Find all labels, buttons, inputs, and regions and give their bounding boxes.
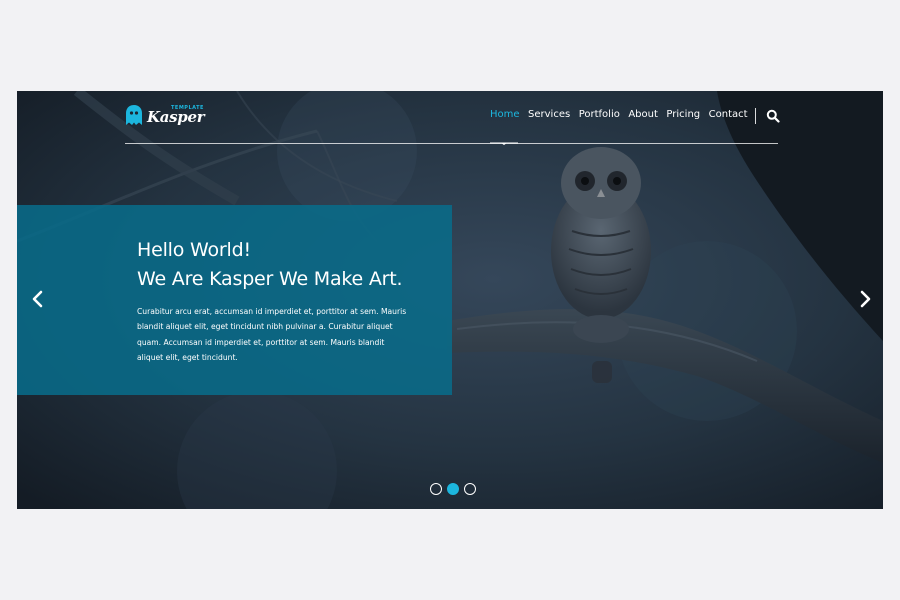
slider-pagination xyxy=(430,483,481,495)
nav-item-contact[interactable]: Contact xyxy=(709,109,748,120)
main-nav: Home Services Portfolio About Pricing Co… xyxy=(490,109,756,120)
slider-dot-3[interactable] xyxy=(464,483,476,495)
chevron-left-icon[interactable] xyxy=(31,290,45,308)
slide-description: Curabitur arcu erat, accumsan id imperdi… xyxy=(137,304,437,365)
nav-underline xyxy=(125,143,778,144)
slide-text-line-2: blandit aliquet elit, eget tincidunt nib… xyxy=(137,322,393,332)
hero-slider: TEMPLATE Kasper Home Services Portfolio … xyxy=(17,91,883,509)
nav-item-about[interactable]: About xyxy=(628,109,658,120)
ghost-icon xyxy=(126,105,142,125)
slide-text-line-4: aliquet elit, eget tincidunt. xyxy=(137,352,238,362)
slide-text-line-1: Curabitur arcu erat, accumsan id imperdi… xyxy=(137,307,407,316)
slide-title: Hello World! We Are Kasper We Make Art. xyxy=(137,236,437,294)
slide-text-line-3: quam. Accumsan id imperdiet et, porttito… xyxy=(137,337,385,347)
slide-title-line-2: We Are Kasper We Make Art. xyxy=(137,268,403,290)
nav-item-services[interactable]: Services xyxy=(528,109,570,120)
search-icon[interactable] xyxy=(766,109,780,123)
slider-dot-2[interactable] xyxy=(447,483,459,495)
slide-caption: Hello World! We Are Kasper We Make Art. … xyxy=(17,205,452,395)
nav-divider xyxy=(755,108,756,124)
chevron-right-icon[interactable] xyxy=(858,290,872,308)
nav-item-pricing[interactable]: Pricing xyxy=(666,109,700,120)
brand-logo[interactable]: TEMPLATE Kasper xyxy=(125,103,205,129)
nav-item-portfolio[interactable]: Portfolio xyxy=(579,109,620,120)
slide-title-line-1: Hello World! xyxy=(137,239,251,261)
active-nav-indicator xyxy=(490,142,518,145)
nav-item-home[interactable]: Home xyxy=(490,109,520,120)
slider-dot-1[interactable] xyxy=(430,483,442,495)
brand-name: Kasper xyxy=(147,108,205,126)
